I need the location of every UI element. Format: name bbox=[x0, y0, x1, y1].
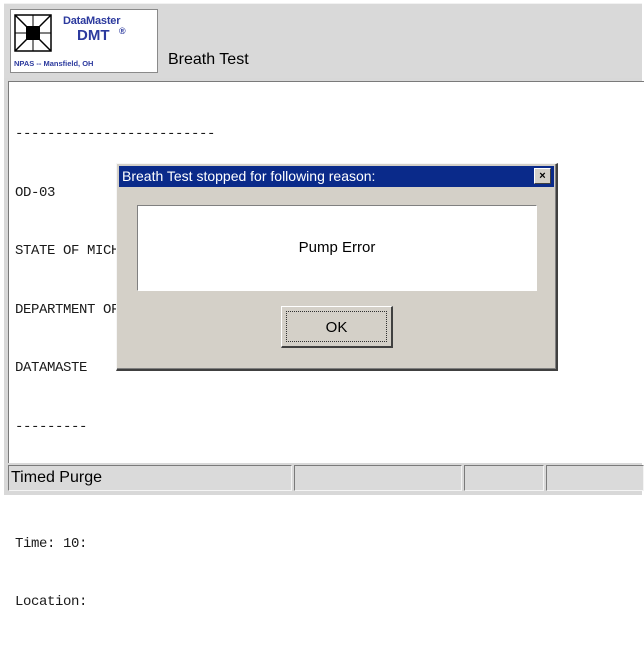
printout-line: Location: bbox=[15, 594, 88, 610]
error-message: Pump Error bbox=[298, 239, 376, 256]
dialog-titlebar[interactable]: Breath Test stopped for following reason… bbox=[119, 166, 554, 187]
dialog-title: Breath Test stopped for following reason… bbox=[122, 168, 376, 184]
close-button[interactable]: × bbox=[534, 168, 551, 184]
logo-registered-mark: ® bbox=[119, 26, 126, 36]
ok-button-label: OK bbox=[325, 319, 348, 336]
printout-line: --------- bbox=[15, 418, 88, 435]
logo-brand-text: DataMaster bbox=[63, 15, 121, 27]
close-icon: × bbox=[539, 170, 546, 182]
status-text: Timed Purge bbox=[11, 469, 102, 486]
datamaster-logo: DataMaster DMT ® NPAS -- Mansfield, OH bbox=[10, 9, 158, 73]
ok-button[interactable]: OK bbox=[281, 306, 393, 348]
printout-line: Time: 10: bbox=[15, 535, 88, 552]
page-title: Breath Test bbox=[168, 51, 249, 68]
header-bar: DataMaster DMT ® NPAS -- Mansfield, OH B… bbox=[4, 3, 642, 78]
status-bar: Timed Purge bbox=[8, 465, 644, 493]
status-cell-3 bbox=[464, 465, 544, 491]
status-cell-4 bbox=[546, 465, 644, 491]
message-panel: Pump Error bbox=[137, 205, 537, 291]
printout-line: ------------------------- bbox=[15, 126, 216, 142]
status-cell-main: Timed Purge bbox=[8, 465, 292, 491]
error-dialog: Breath Test stopped for following reason… bbox=[116, 163, 558, 371]
datamaster-window: DataMaster DMT ® NPAS -- Mansfield, OH B… bbox=[4, 3, 644, 610]
logo-model-text: DMT bbox=[77, 27, 110, 44]
status-cell-2 bbox=[294, 465, 462, 491]
crosshair-logo-icon bbox=[14, 14, 52, 52]
logo-subtitle: NPAS -- Mansfield, OH bbox=[14, 59, 94, 68]
